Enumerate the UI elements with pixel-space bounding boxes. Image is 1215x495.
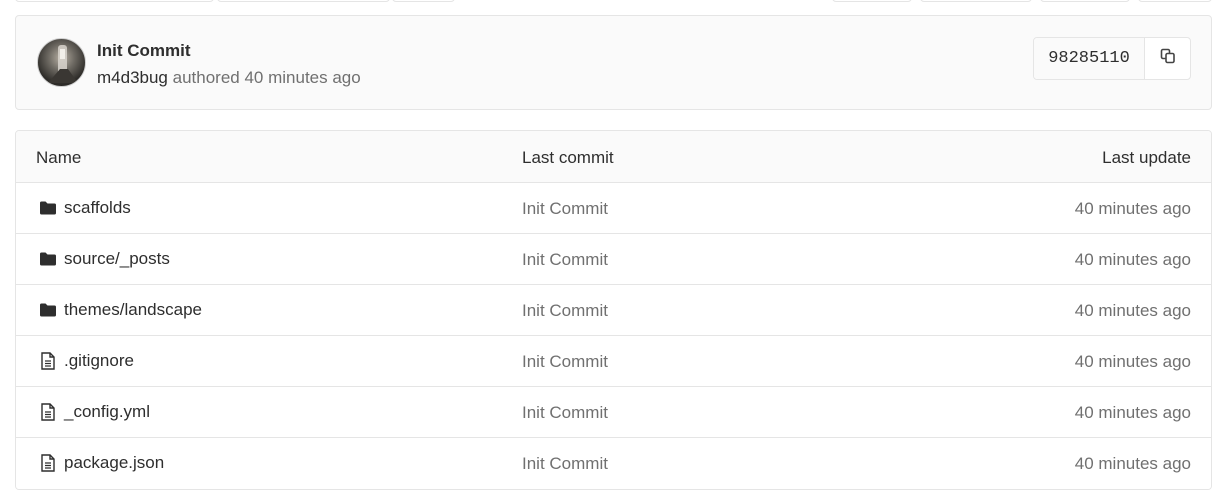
- row-last-update: 40 minutes ago: [1074, 250, 1191, 269]
- commit-author[interactable]: m4d3bug: [97, 68, 168, 87]
- commit-sha[interactable]: 98285110: [1034, 38, 1145, 79]
- file-icon: [38, 402, 58, 422]
- file-name[interactable]: .gitignore: [64, 351, 134, 371]
- folder-icon: [38, 198, 58, 218]
- copy-sha-button[interactable]: [1145, 38, 1190, 79]
- file-icon: [38, 351, 58, 371]
- row-last-commit[interactable]: Init Commit: [522, 250, 608, 270]
- file-name[interactable]: scaffolds: [64, 198, 131, 218]
- history-button-stub[interactable]: [832, 0, 912, 2]
- find-file-button-stub[interactable]: [920, 0, 1032, 2]
- web-ide-button-stub[interactable]: [1040, 0, 1130, 2]
- breadcrumb-stub[interactable]: [217, 0, 390, 2]
- table-row[interactable]: .gitignore Init Commit 40 minutes ago: [16, 336, 1211, 387]
- commit-sha-group: 98285110: [1033, 37, 1191, 80]
- file-name[interactable]: themes/landscape: [64, 300, 202, 320]
- row-last-commit[interactable]: Init Commit: [522, 301, 608, 321]
- row-last-update: 40 minutes ago: [1074, 301, 1191, 320]
- folder-icon: [38, 300, 58, 320]
- copy-icon: [1160, 48, 1176, 69]
- row-last-update: 40 minutes ago: [1074, 352, 1191, 371]
- commit-authored-time: authored 40 minutes ago: [172, 68, 361, 87]
- file-name-link[interactable]: package.json: [38, 453, 164, 473]
- add-menu-stub[interactable]: [392, 0, 455, 2]
- file-name-link[interactable]: source/_posts: [38, 249, 170, 269]
- file-name[interactable]: _config.yml: [64, 402, 150, 422]
- header-last-update: Last update: [1102, 148, 1191, 167]
- avatar[interactable]: [37, 38, 86, 87]
- row-last-update: 40 minutes ago: [1074, 199, 1191, 218]
- file-name-link[interactable]: _config.yml: [38, 402, 150, 422]
- file-tree-table: Name Last commit Last update scaffolds I…: [15, 130, 1212, 490]
- folder-icon: [38, 249, 58, 269]
- header-last-commit: Last commit: [522, 148, 614, 167]
- commit-title[interactable]: Init Commit: [97, 41, 191, 61]
- table-header: Name Last commit Last update: [16, 131, 1211, 183]
- table-row[interactable]: _config.yml Init Commit 40 minutes ago: [16, 387, 1211, 438]
- row-last-commit[interactable]: Init Commit: [522, 454, 608, 474]
- branch-selector-stub[interactable]: [15, 0, 214, 2]
- file-name-link[interactable]: themes/landscape: [38, 300, 202, 320]
- last-commit-panel: Init Commit m4d3bug authored 40 minutes …: [15, 15, 1212, 110]
- table-row[interactable]: package.json Init Commit 40 minutes ago: [16, 438, 1211, 489]
- row-last-commit[interactable]: Init Commit: [522, 403, 608, 423]
- file-name[interactable]: package.json: [64, 453, 164, 473]
- row-last-update: 40 minutes ago: [1074, 454, 1191, 473]
- row-last-update: 40 minutes ago: [1074, 403, 1191, 422]
- file-name-link[interactable]: scaffolds: [38, 198, 131, 218]
- download-button-stub[interactable]: [1138, 0, 1212, 2]
- table-row[interactable]: scaffolds Init Commit 40 minutes ago: [16, 183, 1211, 234]
- table-row[interactable]: source/_posts Init Commit 40 minutes ago: [16, 234, 1211, 285]
- header-name: Name: [36, 148, 82, 167]
- row-last-commit[interactable]: Init Commit: [522, 199, 608, 219]
- top-toolbar-remnant: [0, 0, 1215, 3]
- file-name-link[interactable]: .gitignore: [38, 351, 134, 371]
- table-row[interactable]: themes/landscape Init Commit 40 minutes …: [16, 285, 1211, 336]
- row-last-commit[interactable]: Init Commit: [522, 352, 608, 372]
- file-name[interactable]: source/_posts: [64, 249, 170, 269]
- file-icon: [38, 453, 58, 473]
- commit-meta: m4d3bug authored 40 minutes ago: [97, 68, 361, 88]
